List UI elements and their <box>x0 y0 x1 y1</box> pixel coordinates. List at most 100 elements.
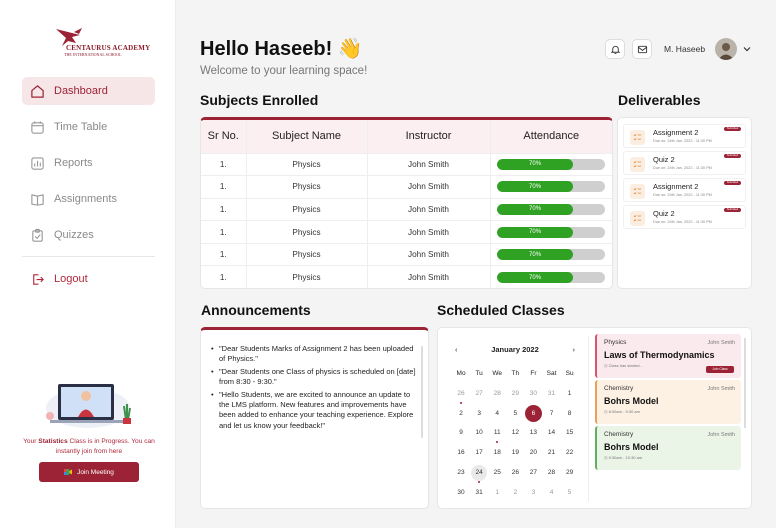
sidebar-item-label: Quizzes <box>54 229 94 241</box>
class-topic: Bohrs Model <box>604 442 659 452</box>
calendar-day[interactable]: 15 <box>561 424 579 444</box>
chevron-down-icon[interactable] <box>742 44 752 54</box>
deliverable-title: Assignment 2 <box>653 182 699 191</box>
join-class-button[interactable]: Join Class <box>706 366 734 373</box>
calendar-day[interactable]: 4 <box>488 405 506 425</box>
calendar-day[interactable]: 21 <box>542 444 560 464</box>
calendar-day[interactable]: 23 <box>452 464 470 484</box>
calendar-day[interactable]: 16 <box>452 444 470 464</box>
calendar-day[interactable]: 10 <box>470 424 488 444</box>
sr-no-cell: 1. <box>201 265 246 288</box>
calendar-day[interactable]: 17 <box>470 444 488 464</box>
calendar-day-number: 28 <box>493 389 501 397</box>
calendar-day[interactable]: 26 <box>452 385 470 405</box>
sidebar-item-reports[interactable]: Reports <box>22 149 155 177</box>
calendar-day[interactable]: 3 <box>470 405 488 425</box>
attendance-bar: 70% <box>497 272 606 284</box>
attendance-bar-fill: 70% <box>497 249 573 261</box>
calendar-day[interactable]: 2 <box>506 484 524 504</box>
task-list-icon <box>630 157 645 172</box>
calendar-day[interactable]: 22 <box>561 444 579 464</box>
notifications-button[interactable] <box>605 39 625 59</box>
sidebar-item-assignments[interactable]: Assignments <box>22 185 155 213</box>
class-time: ◷ 9:30am - 10:30 am <box>604 455 643 460</box>
calendar-day[interactable]: 8 <box>561 405 579 425</box>
calendar-day[interactable]: 29 <box>506 385 524 405</box>
calendar-day[interactable]: 26 <box>506 464 524 484</box>
calendar-day[interactable]: 13 <box>524 424 542 444</box>
calendar-day[interactable]: 12 <box>506 424 524 444</box>
classes-scrollbar[interactable] <box>744 338 746 428</box>
calendar-day[interactable]: 9 <box>452 424 470 444</box>
calendar-day[interactable]: 3 <box>524 484 542 504</box>
class-card[interactable]: Physics John Smith Laws of Thermodynamics ◷… <box>595 334 741 378</box>
calendar-day-number: 25 <box>493 468 501 476</box>
calendar-day[interactable]: 11 <box>488 424 506 444</box>
table-header-row: Sr No. Subject Name Instructor Attendanc… <box>201 120 612 153</box>
calendar-day[interactable]: 27 <box>470 385 488 405</box>
calendar-day[interactable]: 18 <box>488 444 506 464</box>
instructor-cell: John Smith <box>366 175 490 199</box>
calendar-day[interactable]: 30 <box>524 385 542 405</box>
calendar-day[interactable]: 30 <box>452 484 470 504</box>
deliverable-item[interactable]: Quiz 2 Due on: 24th Jan, 2022 - 11:30 PM S… <box>623 151 746 175</box>
sidebar-divider <box>22 256 155 257</box>
messages-button[interactable] <box>632 39 652 59</box>
calendar-day[interactable]: 19 <box>506 444 524 464</box>
sidebar-item-label: Dashboard <box>54 85 108 97</box>
calendar-day[interactable]: 5 <box>506 405 524 425</box>
calendar-day[interactable]: 4 <box>542 484 560 504</box>
calendar-day-number: 3 <box>531 488 536 496</box>
avatar[interactable] <box>715 38 737 60</box>
attendance-bar: 70% <box>497 226 606 238</box>
calendar-day[interactable]: 28 <box>488 385 506 405</box>
column-header: Subject Name <box>245 120 367 153</box>
prev-month-button[interactable]: ‹ <box>455 345 458 354</box>
class-card[interactable]: Chemistry John Smith Bohrs Model ◷ 9:30am -… <box>595 426 741 470</box>
attendance-bar-fill: 70% <box>497 203 573 215</box>
join-meeting-button[interactable]: Join Meeting <box>39 462 139 482</box>
sidebar-item-quizzes[interactable]: Quizzes <box>22 221 155 249</box>
logout-button[interactable]: Logout <box>22 265 155 293</box>
calendar-day-number: 28 <box>547 468 556 476</box>
calendar-day[interactable]: 6 <box>524 404 542 425</box>
calendar-day-number: 14 <box>547 429 556 437</box>
class-topic: Bohrs Model <box>604 396 659 406</box>
calendar-day[interactable]: 31 <box>470 484 488 504</box>
scheduled-classes-card: ‹ January 2022 › Mo Tu We Th Fr Sat Su 26 27 28 29… <box>437 327 752 509</box>
calendar-day[interactable]: 2 <box>452 405 470 425</box>
deliverable-item[interactable]: Assignment 2 Due on: 24th Jan, 2022 - 11:… <box>623 124 746 148</box>
user-name[interactable]: M. Haseeb <box>664 44 705 54</box>
calendar-day[interactable]: 28 <box>542 464 560 484</box>
calendar-day[interactable]: 1 <box>561 385 579 405</box>
calendar-day[interactable]: 1 <box>488 484 506 504</box>
attendance-label: 70% <box>529 274 542 281</box>
calendar-day[interactable]: 31 <box>542 385 560 405</box>
attendance-label: 70% <box>529 229 542 236</box>
calendar-day[interactable]: 27 <box>524 464 542 484</box>
sidebar-item-time-table[interactable]: Time Table <box>22 113 155 141</box>
calendar-day-number: 16 <box>457 449 465 457</box>
calendar-week-row: 2 3 4 567 8 <box>452 404 580 425</box>
calendar-week-row: 16 17 18 19 20 21 22 <box>452 444 580 464</box>
announcement-item: "Dear Students one Class of physics is s… <box>211 367 416 388</box>
announcements-scrollbar[interactable] <box>421 346 423 438</box>
calendar-day-number: 20 <box>529 449 538 457</box>
deliverable-due: Due on: 24th Jan, 2022 - 11:30 PM <box>653 220 712 224</box>
calendar-day[interactable]: 29 <box>561 464 579 484</box>
attendance-bar-fill: 70% <box>497 181 573 193</box>
calendar-day[interactable]: 25 <box>488 464 506 484</box>
deliverable-item[interactable]: Quiz 2 Due on: 24th Jan, 2022 - 11:30 PM S… <box>623 205 746 229</box>
calendar-day[interactable]: 24 <box>470 464 488 484</box>
deliverable-due: Due on: 24th Jan, 2022 - 11:30 PM <box>653 193 712 197</box>
class-card[interactable]: Chemistry John Smith Bohrs Model ◷ 8:00am -… <box>595 380 741 424</box>
sidebar-item-dashboard[interactable]: Dashboard <box>22 77 155 105</box>
next-month-button[interactable]: › <box>572 345 575 354</box>
calendar-day[interactable]: 5 <box>561 484 579 504</box>
deliverable-item[interactable]: Assignment 2 Due on: 24th Jan, 2022 - 11:… <box>623 178 746 202</box>
calendar-day[interactable]: 14 <box>542 424 560 444</box>
calendar-day[interactable]: 7 <box>542 405 560 425</box>
table-row: 1. Physics John Smith 70% <box>201 152 612 176</box>
calendar-day-number: 9 <box>459 429 463 437</box>
calendar-day[interactable]: 20 <box>524 444 542 464</box>
